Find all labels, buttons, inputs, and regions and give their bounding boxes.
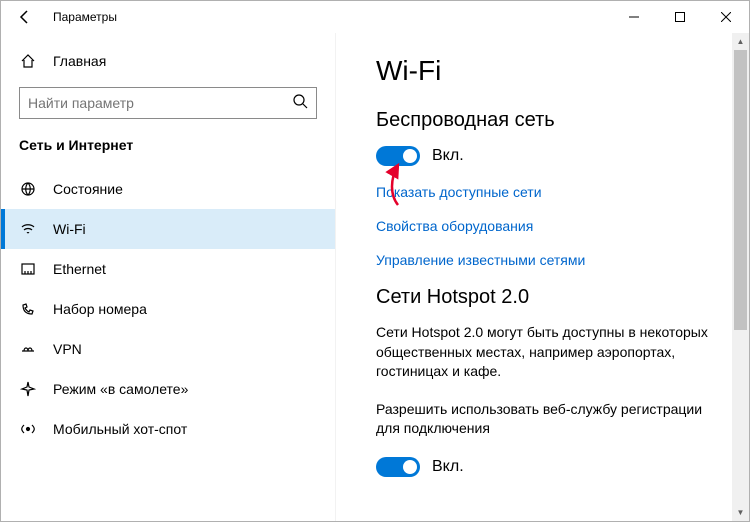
- wifi-toggle[interactable]: [376, 146, 420, 166]
- hotspot20-toggle[interactable]: [376, 457, 420, 477]
- search-box[interactable]: [19, 87, 317, 119]
- hotspot20-toggle-label: Вкл.: [432, 458, 464, 476]
- back-button[interactable]: [11, 3, 39, 31]
- sidebar-item-hotspot[interactable]: Мобильный хот-спот: [1, 409, 335, 449]
- section-title-hotspot20: Сети Hotspot 2.0: [376, 286, 722, 309]
- link-manage-known-networks[interactable]: Управление известными сетями: [376, 252, 722, 268]
- vertical-scrollbar[interactable]: ▲ ▼: [732, 33, 749, 521]
- home-icon: [19, 53, 37, 69]
- sidebar-home-label: Главная: [53, 53, 106, 69]
- wifi-icon: [19, 221, 37, 237]
- scroll-thumb[interactable]: [734, 50, 747, 330]
- scroll-up-button[interactable]: ▲: [732, 33, 749, 50]
- search-icon: [292, 93, 308, 114]
- search-input[interactable]: [28, 95, 292, 111]
- sidebar-item-label: Режим «в самолете»: [53, 381, 188, 397]
- sidebar-home[interactable]: Главная: [1, 41, 335, 81]
- scroll-down-button[interactable]: ▼: [732, 504, 749, 521]
- maximize-button[interactable]: [657, 1, 703, 33]
- hotspot-icon: [19, 421, 37, 437]
- link-hardware-properties[interactable]: Свойства оборудования: [376, 218, 722, 234]
- hotspot20-description2: Разрешить использовать веб-службу регист…: [376, 400, 722, 439]
- section-title-wireless: Беспроводная сеть: [376, 109, 722, 132]
- sidebar-item-dialup[interactable]: Набор номера: [1, 289, 335, 329]
- scroll-track[interactable]: [732, 50, 749, 504]
- sidebar-item-airplane[interactable]: Режим «в самолете»: [1, 369, 335, 409]
- phone-icon: [19, 301, 37, 317]
- minimize-button[interactable]: [611, 1, 657, 33]
- sidebar-item-label: Wi-Fi: [53, 221, 86, 237]
- sidebar-item-label: Состояние: [53, 181, 123, 197]
- sidebar-item-ethernet[interactable]: Ethernet: [1, 249, 335, 289]
- ethernet-icon: [19, 261, 37, 277]
- wifi-toggle-label: Вкл.: [432, 147, 464, 165]
- sidebar-item-label: Набор номера: [53, 301, 147, 317]
- sidebar-item-wifi[interactable]: Wi-Fi: [1, 209, 335, 249]
- sidebar: Главная Сеть и Интернет Состояние Wi-Fi: [1, 33, 336, 521]
- sidebar-item-label: Ethernet: [53, 261, 106, 277]
- sidebar-item-label: Мобильный хот-спот: [53, 421, 187, 437]
- window-title: Параметры: [53, 10, 117, 24]
- content-pane: Wi-Fi Беспроводная сеть Вкл. Показать до…: [336, 33, 732, 521]
- vpn-icon: [19, 341, 37, 357]
- airplane-icon: [19, 381, 37, 397]
- sidebar-section-label: Сеть и Интернет: [1, 137, 335, 169]
- sidebar-item-label: VPN: [53, 341, 82, 357]
- hotspot20-description: Сети Hotspot 2.0 могут быть доступны в н…: [376, 323, 722, 382]
- page-heading: Wi-Fi: [376, 55, 722, 87]
- globe-icon: [19, 181, 37, 197]
- link-show-networks[interactable]: Показать доступные сети: [376, 184, 722, 200]
- close-button[interactable]: [703, 1, 749, 33]
- sidebar-item-status[interactable]: Состояние: [1, 169, 335, 209]
- titlebar: Параметры: [1, 1, 749, 33]
- sidebar-item-vpn[interactable]: VPN: [1, 329, 335, 369]
